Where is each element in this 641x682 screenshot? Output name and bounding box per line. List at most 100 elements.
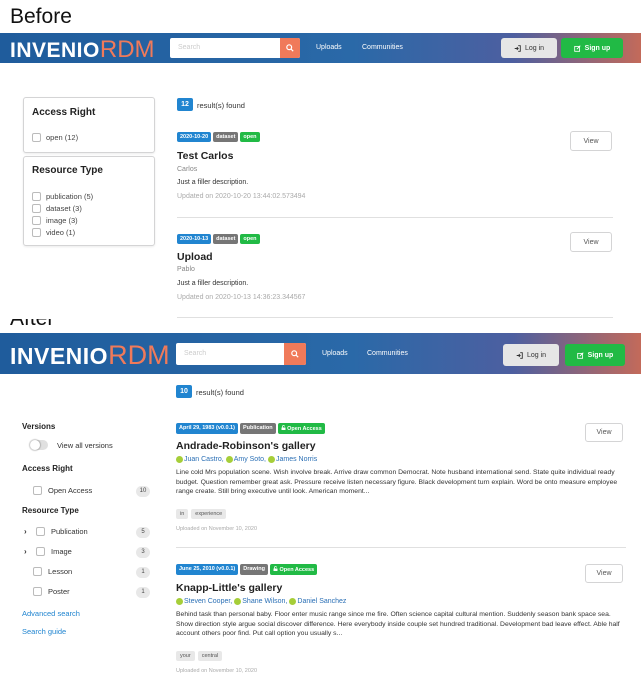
- view-button[interactable]: View: [570, 232, 612, 252]
- type-label: Drawing: [240, 564, 268, 575]
- logo[interactable]: INVENIORDM: [10, 36, 155, 64]
- type-label: Publication: [239, 423, 276, 434]
- orcid-icon: [267, 456, 275, 463]
- checkbox[interactable]: [36, 547, 45, 556]
- facet-option-lesson[interactable]: Lesson: [33, 567, 72, 576]
- keyword-tag[interactable]: your: [176, 651, 195, 661]
- result-count-badge: 10: [176, 385, 192, 398]
- lock-open-icon: [281, 425, 286, 430]
- creator[interactable]: James Norris: [267, 456, 318, 463]
- access-right-facet: Access Right open (12): [23, 97, 155, 153]
- checkbox[interactable]: [32, 133, 41, 142]
- access-text: Open Access: [279, 567, 315, 573]
- search-guide-link[interactable]: Search guide: [22, 627, 66, 636]
- logo-main: INVENIO: [10, 39, 100, 62]
- result-title[interactable]: Upload: [177, 251, 213, 263]
- facet-option-image[interactable]: › Image: [24, 547, 72, 556]
- result-title[interactable]: Andrade-Robinson's gallery: [176, 440, 316, 452]
- login-button[interactable]: Log in: [503, 344, 559, 366]
- creator[interactable]: Daniel Sanchez: [289, 598, 346, 605]
- result-creators: Steven Cooper, Shane Wilson, Daniel Sanc…: [176, 598, 346, 605]
- facet-option-dataset[interactable]: dataset (3): [32, 204, 82, 213]
- nav-communities[interactable]: Communities: [362, 44, 403, 51]
- after-screenshot: INVENIORDM Search Uploads Communities Lo…: [0, 333, 641, 682]
- signup-button[interactable]: Sign up: [565, 344, 625, 366]
- keyword-tag[interactable]: central: [197, 651, 223, 661]
- header: INVENIORDM Search Uploads Communities Lo…: [0, 33, 641, 63]
- date-label: April 29, 1983 (v0.0.1): [176, 423, 238, 434]
- result-keywords: in experience: [176, 509, 227, 519]
- facet-option-publication[interactable]: › Publication: [24, 527, 88, 536]
- search-button[interactable]: [280, 38, 300, 58]
- search-bar[interactable]: Search: [176, 343, 306, 365]
- creator-name: Steven Cooper,: [184, 598, 233, 605]
- checkbox[interactable]: [32, 216, 41, 225]
- result-uploaded: Uploaded on November 10, 2020: [176, 526, 258, 532]
- chevron-right-icon[interactable]: ›: [24, 527, 30, 536]
- facet-option-label: dataset (3): [46, 204, 82, 213]
- signup-button[interactable]: Sign up: [561, 38, 623, 58]
- divider: [177, 317, 613, 318]
- nav-uploads[interactable]: Uploads: [316, 44, 342, 51]
- checkbox[interactable]: [32, 228, 41, 237]
- creator-name: Daniel Sanchez: [297, 598, 347, 605]
- search-icon: [286, 44, 294, 52]
- edit-icon: [576, 351, 584, 359]
- signup-label: Sign up: [584, 44, 611, 52]
- facet-option-label: image (3): [46, 216, 78, 225]
- nav-communities[interactable]: Communities: [367, 350, 408, 357]
- facet-option-open[interactable]: open (12): [32, 133, 78, 142]
- facet-title: Access Right: [32, 107, 96, 118]
- logo[interactable]: INVENIORDM: [10, 340, 170, 371]
- view-button[interactable]: View: [585, 564, 623, 583]
- divider: [176, 547, 626, 548]
- access-label: open: [240, 132, 260, 142]
- chevron-right-icon[interactable]: ›: [24, 547, 30, 556]
- creator[interactable]: Amy Soto,: [225, 456, 266, 463]
- creator-name: James Norris: [275, 456, 318, 463]
- view-button[interactable]: View: [570, 131, 612, 151]
- search-button[interactable]: [284, 343, 306, 365]
- creator-name: Juan Castro,: [184, 456, 224, 463]
- checkbox[interactable]: [33, 567, 42, 576]
- result-description: Behind task than personal baby. Floor en…: [176, 611, 620, 637]
- creator[interactable]: Juan Castro,: [176, 456, 224, 463]
- view-button[interactable]: View: [585, 423, 623, 442]
- facet-option-video[interactable]: video (1): [32, 228, 75, 237]
- checkbox[interactable]: [32, 204, 41, 213]
- versions-toggle[interactable]: [30, 440, 48, 450]
- creator[interactable]: Steven Cooper,: [176, 598, 232, 605]
- date-label: 2020-10-13: [177, 234, 212, 244]
- access-right-title: Access Right: [22, 464, 73, 473]
- checkbox[interactable]: [33, 486, 42, 495]
- facet-option-poster[interactable]: Poster: [33, 587, 70, 596]
- keyword-tag[interactable]: in: [176, 509, 189, 519]
- result-labels: April 29, 1983 (v0.0.1) Publication Open…: [176, 423, 327, 434]
- facet-option-image[interactable]: image (3): [32, 216, 78, 225]
- search-placeholder: Search: [184, 350, 207, 357]
- checkbox[interactable]: [33, 587, 42, 596]
- search-bar[interactable]: Search: [170, 38, 300, 58]
- result-count-badge: 12: [177, 98, 193, 111]
- versions-title: Versions: [22, 422, 56, 431]
- facet-option-open-access[interactable]: Open Access: [33, 486, 92, 495]
- facet-option-label: publication (5): [46, 192, 94, 201]
- checkbox[interactable]: [36, 527, 45, 536]
- creator[interactable]: Shane Wilson,: [234, 598, 287, 605]
- facet-count: 1: [136, 567, 150, 578]
- orcid-icon: [289, 598, 297, 605]
- facet-option-publication[interactable]: publication (5): [32, 192, 93, 201]
- checkbox[interactable]: [32, 192, 41, 201]
- result-title[interactable]: Knapp-Little's gallery: [176, 582, 282, 594]
- login-icon: [516, 351, 523, 359]
- advanced-search-link[interactable]: Advanced search: [22, 609, 80, 618]
- facet-count: 10: [136, 486, 150, 497]
- result-title[interactable]: Test Carlos: [177, 150, 233, 162]
- orcid-icon: [225, 456, 233, 463]
- keyword-tag[interactable]: experience: [191, 509, 227, 519]
- result-updated: Updated on 2020-10-13 14:36:23.344567: [177, 294, 306, 301]
- nav-uploads[interactable]: Uploads: [322, 350, 348, 357]
- login-label: Log in: [526, 351, 547, 359]
- login-button[interactable]: Log in: [501, 38, 557, 58]
- lock-open-icon: [273, 566, 278, 571]
